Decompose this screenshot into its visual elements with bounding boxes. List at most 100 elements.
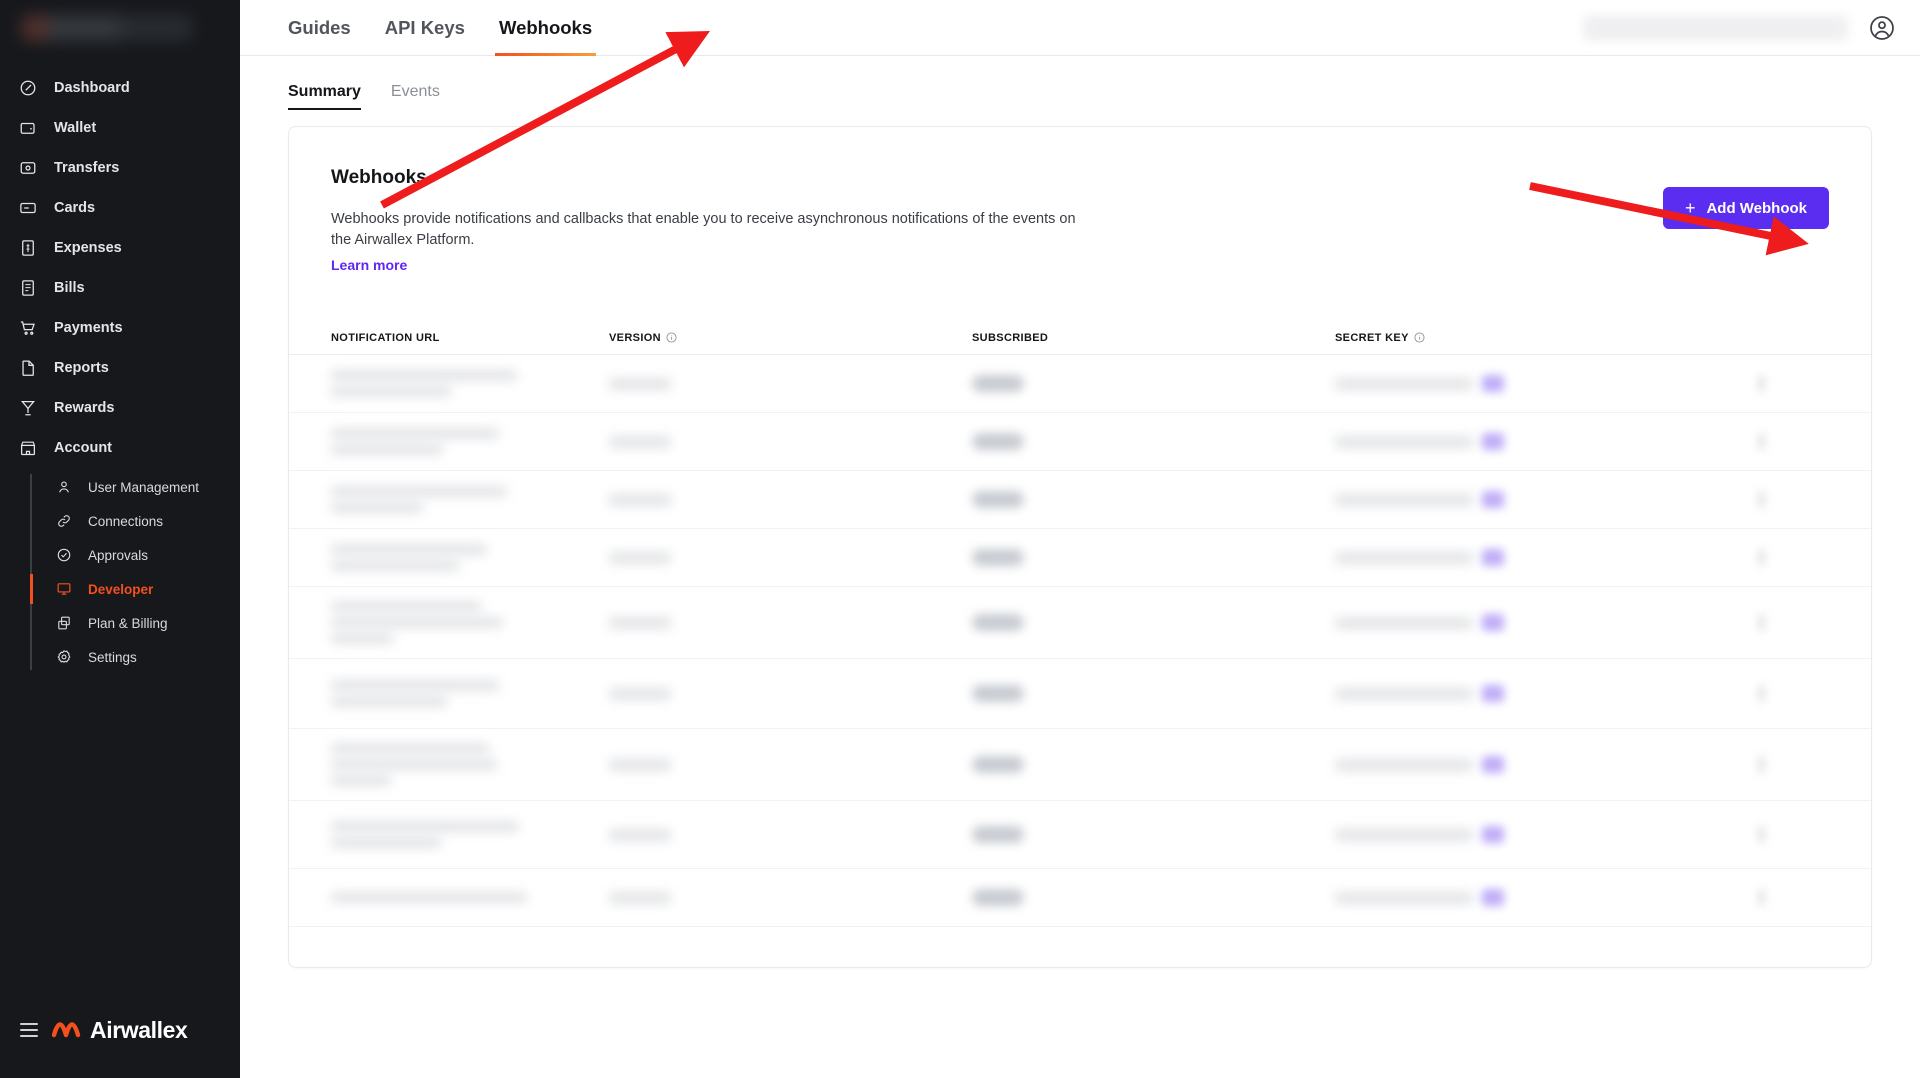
account-circle-icon[interactable] bbox=[1868, 14, 1896, 42]
row-menu-button[interactable] bbox=[1759, 433, 1764, 450]
learn-more-link[interactable]: Learn more bbox=[331, 257, 407, 273]
search-input[interactable] bbox=[1583, 14, 1848, 41]
sidebar-subitem-label: Approvals bbox=[88, 547, 149, 563]
copy-secret-button[interactable] bbox=[1482, 491, 1504, 508]
cell-notification-url bbox=[331, 743, 609, 786]
row-menu-button[interactable] bbox=[1759, 614, 1764, 631]
cell-notification-url bbox=[331, 821, 609, 848]
redacted-text bbox=[1335, 828, 1473, 841]
cell-version bbox=[609, 616, 972, 629]
row-menu-button[interactable] bbox=[1759, 685, 1764, 702]
cell-actions bbox=[1759, 756, 1829, 773]
table-row[interactable] bbox=[289, 801, 1871, 869]
row-menu-button[interactable] bbox=[1759, 549, 1764, 566]
row-menu-button[interactable] bbox=[1759, 375, 1764, 392]
gear-icon bbox=[54, 647, 74, 667]
tab-guides[interactable]: Guides bbox=[288, 0, 351, 55]
row-menu-button[interactable] bbox=[1759, 826, 1764, 843]
sidebar-item-label: Account bbox=[54, 440, 112, 456]
sidebar-item-connections[interactable]: Connections bbox=[30, 504, 240, 538]
sidebar-item-bills[interactable]: Bills bbox=[0, 268, 240, 308]
row-menu-button[interactable] bbox=[1759, 889, 1764, 906]
redacted-text bbox=[331, 428, 499, 439]
cell-secret-key bbox=[1335, 549, 1759, 566]
sidebar-item-settings[interactable]: Settings bbox=[30, 640, 240, 674]
add-webhook-button[interactable]: + Add Webhook bbox=[1662, 187, 1829, 229]
cell-actions bbox=[1759, 685, 1829, 702]
table-row[interactable] bbox=[289, 529, 1871, 587]
table-row[interactable] bbox=[289, 587, 1871, 659]
column-label: VERSION bbox=[609, 331, 661, 344]
status-badge bbox=[972, 491, 1024, 508]
top-tabs: Guides API Keys Webhooks bbox=[288, 0, 597, 56]
sidebar-item-label: Dashboard bbox=[54, 80, 130, 96]
table-row[interactable] bbox=[289, 355, 1871, 413]
sidebar-item-label: Transfers bbox=[54, 160, 120, 176]
copy-secret-button[interactable] bbox=[1482, 614, 1504, 631]
info-icon[interactable] bbox=[666, 332, 677, 343]
copy-secret-button[interactable] bbox=[1482, 433, 1504, 450]
cell-secret-key bbox=[1335, 491, 1759, 508]
table-body bbox=[289, 355, 1871, 967]
rewards-icon bbox=[18, 398, 38, 418]
sidebar-item-label: Cards bbox=[54, 200, 96, 216]
redacted-text bbox=[331, 386, 451, 397]
link-icon bbox=[54, 511, 74, 531]
sidebar-logo[interactable] bbox=[0, 0, 240, 56]
sub-tabs: Summary Events bbox=[240, 64, 1920, 120]
redacted-text bbox=[331, 680, 499, 691]
sidebar-item-account[interactable]: Account bbox=[0, 428, 240, 468]
copy-secret-button[interactable] bbox=[1482, 756, 1504, 773]
transfers-icon bbox=[18, 158, 38, 178]
table-row[interactable] bbox=[289, 471, 1871, 529]
tab-label: Webhooks bbox=[498, 16, 593, 38]
cell-actions bbox=[1759, 889, 1829, 906]
cell-version bbox=[609, 493, 972, 506]
tab-webhooks[interactable]: Webhooks bbox=[494, 0, 597, 56]
redacted-text bbox=[609, 891, 671, 904]
status-badge bbox=[972, 889, 1024, 906]
sidebar-subnav: User Management Connections Approvals De… bbox=[30, 470, 240, 674]
row-menu-button[interactable] bbox=[1759, 491, 1764, 508]
table-row[interactable] bbox=[289, 869, 1871, 927]
sidebar-item-user-management[interactable]: User Management bbox=[30, 470, 240, 504]
sidebar-item-cards[interactable]: Cards bbox=[0, 188, 240, 228]
status-badge bbox=[972, 549, 1024, 566]
subtab-summary[interactable]: Summary bbox=[288, 64, 361, 120]
redacted-text bbox=[609, 828, 671, 841]
cell-actions bbox=[1759, 491, 1829, 508]
info-icon[interactable] bbox=[1414, 332, 1425, 343]
check-circle-icon bbox=[54, 545, 74, 565]
table-row[interactable] bbox=[289, 413, 1871, 471]
sidebar-item-developer[interactable]: Developer bbox=[30, 572, 240, 606]
copy-secret-button[interactable] bbox=[1482, 889, 1504, 906]
redacted-text bbox=[609, 758, 671, 771]
sidebar-item-approvals[interactable]: Approvals bbox=[30, 538, 240, 572]
tab-api-keys[interactable]: API Keys bbox=[385, 0, 465, 55]
cell-version bbox=[609, 828, 972, 841]
subtab-events[interactable]: Events bbox=[391, 64, 440, 120]
redacted-text bbox=[331, 560, 459, 571]
sidebar-item-reports[interactable]: Reports bbox=[0, 348, 240, 388]
copy-secret-button[interactable] bbox=[1482, 549, 1504, 566]
plus-icon: + bbox=[1684, 198, 1696, 218]
sidebar-item-payments[interactable]: Payments bbox=[0, 308, 240, 348]
sidebar-item-dashboard[interactable]: Dashboard bbox=[0, 68, 240, 108]
hamburger-icon[interactable] bbox=[20, 1023, 38, 1037]
sidebar-item-rewards[interactable]: Rewards bbox=[0, 388, 240, 428]
sidebar-item-wallet[interactable]: Wallet bbox=[0, 108, 240, 148]
subtab-label: Summary bbox=[288, 83, 361, 100]
copy-secret-button[interactable] bbox=[1482, 685, 1504, 702]
copy-secret-button[interactable] bbox=[1482, 375, 1504, 392]
sidebar-item-transfers[interactable]: Transfers bbox=[0, 148, 240, 188]
sidebar-item-plan-billing[interactable]: Plan & Billing bbox=[30, 606, 240, 640]
sidebar-item-expenses[interactable]: Expenses bbox=[0, 228, 240, 268]
cell-actions bbox=[1759, 826, 1829, 843]
cell-subscribed bbox=[972, 826, 1335, 843]
column-header-version: VERSION bbox=[609, 332, 972, 344]
copy-secret-button[interactable] bbox=[1482, 826, 1504, 843]
table-row[interactable] bbox=[289, 659, 1871, 729]
row-menu-button[interactable] bbox=[1759, 756, 1764, 773]
redacted-text bbox=[331, 775, 391, 786]
table-row[interactable] bbox=[289, 729, 1871, 801]
